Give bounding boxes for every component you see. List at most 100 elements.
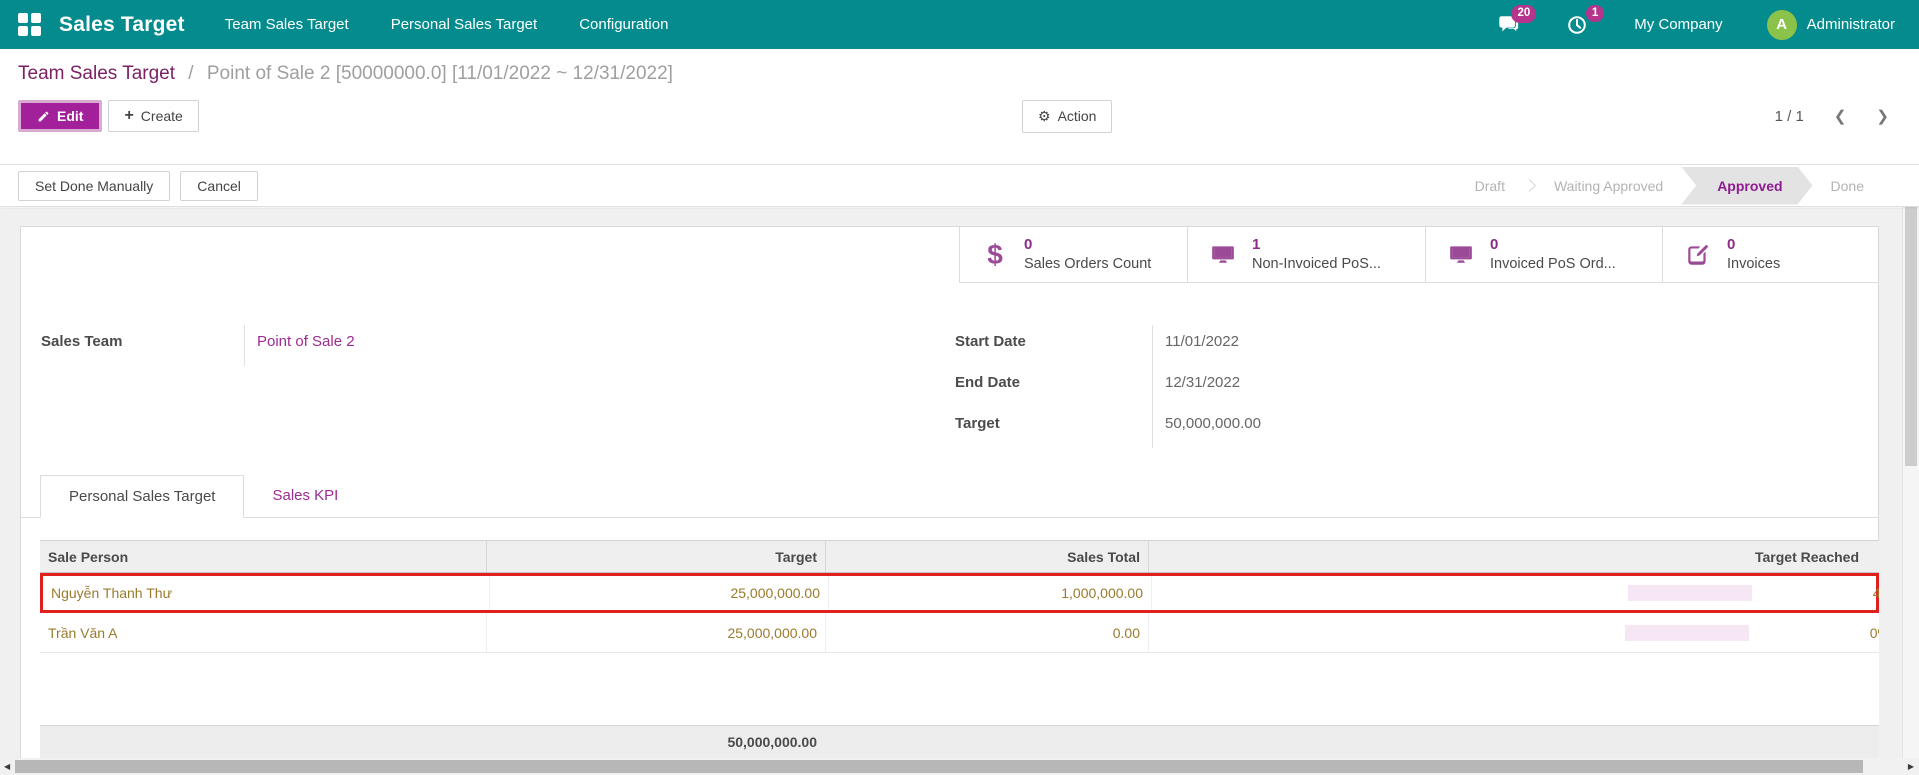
notebook-tabs: Personal Sales Target Sales KPI [21, 475, 1878, 518]
edit-note-icon [1683, 242, 1713, 268]
messages-count-badge: 20 [1511, 5, 1537, 23]
vertical-scrollbar-thumb[interactable] [1905, 186, 1917, 466]
cell-sales-total: 1,000,000.00 [828, 576, 1151, 610]
top-navbar: Sales Target Team Sales Target Personal … [0, 0, 1919, 49]
stat-value: 1 [1252, 235, 1261, 253]
pencil-icon [37, 110, 50, 123]
field-target: Target 50,000,000.00 [955, 407, 1385, 448]
sales-team-value-link[interactable]: Point of Sale 2 [244, 325, 471, 366]
company-switcher[interactable]: My Company [1634, 16, 1722, 33]
end-date-value: 12/31/2022 [1152, 366, 1385, 407]
cell-target: 25,000,000.00 [486, 613, 825, 652]
horizontal-scrollbar-thumb[interactable] [15, 760, 1863, 773]
monitor-icon [1208, 242, 1238, 268]
progress-bar [1628, 585, 1752, 601]
stat-non-invoiced-pos[interactable]: 1 Non-Invoiced PoS... [1187, 227, 1425, 282]
action-button[interactable]: ⚙ Action [1022, 99, 1113, 133]
user-name: Administrator [1806, 16, 1895, 33]
cell-sales-total: 0.00 [825, 613, 1148, 652]
pager-next-icon[interactable]: ❯ [1876, 107, 1889, 125]
navbar-right: 20 1 My Company A Administrator [1497, 4, 1895, 40]
header-sales-total[interactable]: Sales Total [825, 541, 1148, 572]
stat-label: Invoiced PoS Ord... [1490, 255, 1616, 272]
stat-invoiced-pos[interactable]: 0 Invoiced PoS Ord... [1425, 227, 1662, 282]
scroll-right-icon[interactable]: ▶ [1908, 762, 1914, 771]
menu-team-sales-target[interactable]: Team Sales Target [225, 0, 349, 49]
header-target[interactable]: Target [486, 541, 825, 572]
field-sales-team: Sales Team Point of Sale 2 [41, 325, 471, 366]
tab-personal-sales-target[interactable]: Personal Sales Target [40, 475, 245, 518]
activities-count-badge: 1 [1585, 4, 1605, 22]
breadcrumb: Team Sales Target / Point of Sale 2 [500… [18, 63, 1897, 85]
horizontal-scrollbar[interactable]: ◀ ▶ [0, 758, 1919, 775]
header-sale-person[interactable]: Sale Person [40, 541, 486, 572]
cell-sale-person: Trần Văn A [48, 624, 118, 641]
total-target: 50,000,000.00 [727, 734, 817, 750]
field-end-date: End Date 12/31/2022 [955, 366, 1385, 407]
field-group-right: Start Date 11/01/2022 End Date 12/31/202… [955, 325, 1385, 448]
vertical-scrollbar[interactable]: ▲ [1902, 166, 1919, 758]
breadcrumb-parent-link[interactable]: Team Sales Target [18, 63, 175, 84]
field-start-date: Start Date 11/01/2022 [955, 325, 1385, 366]
scroll-left-icon[interactable]: ◀ [4, 762, 10, 771]
tab-sales-kpi[interactable]: Sales KPI [244, 475, 366, 517]
menu-configuration[interactable]: Configuration [579, 0, 668, 49]
table-header-row: Sale Person Target Sales Total Target Re… [40, 540, 1879, 573]
set-done-manually-button[interactable]: Set Done Manually [18, 170, 171, 201]
stat-sales-orders-count[interactable]: $ 0 Sales Orders Count [959, 227, 1187, 282]
table-total-row: 50,000,000.00 [40, 725, 1879, 758]
stage-waiting-approved[interactable]: Waiting Approved [1536, 167, 1681, 205]
edit-button-label: Edit [57, 108, 84, 124]
cell-target-reached: 0% [1148, 613, 1879, 652]
stat-button-box: $ 0 Sales Orders Count 1 Non-Invoiced Po… [959, 227, 1878, 283]
content-area: $ 0 Sales Orders Count 1 Non-Invoiced Po… [0, 208, 1902, 758]
control-panel-buttons: Edit + Create ⚙ Action 1 / 1 ❮ ❯ [18, 98, 1897, 134]
clock-icon [1566, 14, 1588, 36]
edit-button[interactable]: Edit [18, 100, 103, 132]
sales-team-label: Sales Team [41, 333, 123, 350]
header-target-reached[interactable]: Target Reached [1148, 541, 1879, 572]
status-stages: Draft Waiting Approved Approved Done [1457, 167, 1882, 205]
statusbar: Set Done Manually Cancel Draft Waiting A… [0, 165, 1919, 207]
stat-invoices[interactable]: 0 Invoices [1662, 227, 1878, 282]
end-date-label: End Date [955, 374, 1021, 391]
cell-sale-person: Nguyễn Thanh Thư [51, 585, 172, 601]
control-panel: Team Sales Target / Point of Sale 2 [500… [0, 49, 1919, 165]
pager-prev-icon[interactable]: ❮ [1834, 107, 1847, 125]
cancel-button[interactable]: Cancel [180, 170, 258, 201]
table-row[interactable]: Trần Văn A 25,000,000.00 0.00 0% [40, 613, 1879, 653]
menu-personal-sales-target[interactable]: Personal Sales Target [391, 0, 537, 49]
table-empty-space [40, 653, 1879, 725]
stage-done[interactable]: Done [1813, 167, 1882, 205]
start-date-label: Start Date [955, 333, 1026, 350]
user-menu[interactable]: A Administrator [1766, 9, 1895, 40]
personal-sales-target-table: Sale Person Target Sales Total Target Re… [40, 540, 1879, 758]
app-title[interactable]: Sales Target [59, 13, 185, 37]
form-sheet: $ 0 Sales Orders Count 1 Non-Invoiced Po… [20, 226, 1879, 758]
pager: 1 / 1 ❮ ❯ [1775, 107, 1889, 126]
create-button[interactable]: + Create [108, 100, 199, 132]
monitor-icon [1446, 242, 1476, 268]
avatar: A [1766, 9, 1797, 40]
cell-target: 25,000,000.00 [489, 576, 828, 610]
stat-value: 0 [1490, 235, 1499, 253]
plus-icon: + [124, 107, 134, 124]
stat-label: Sales Orders Count [1024, 255, 1152, 272]
apps-grid-icon[interactable] [18, 13, 41, 36]
target-reached-percent: 4% [1872, 585, 1879, 601]
stage-draft[interactable]: Draft [1457, 167, 1523, 205]
stat-label: Non-Invoiced PoS... [1252, 255, 1381, 272]
main-menu: Team Sales Target Personal Sales Target … [225, 0, 669, 49]
start-date-value: 11/01/2022 [1152, 325, 1385, 366]
stage-approved-active[interactable]: Approved [1681, 167, 1812, 205]
breadcrumb-separator: / [188, 63, 194, 84]
activities-button[interactable]: 1 [1566, 4, 1605, 36]
target-reached-percent: 0% [1869, 624, 1879, 641]
gear-icon: ⚙ [1038, 107, 1051, 124]
target-label: Target [955, 415, 1000, 432]
messages-button[interactable]: 20 [1497, 5, 1537, 35]
cell-target-reached: 4% [1151, 576, 1879, 610]
table-row-highlighted[interactable]: Nguyễn Thanh Thư 25,000,000.00 1,000,000… [40, 573, 1879, 613]
stat-value: 0 [1727, 235, 1736, 253]
action-button-label: Action [1057, 108, 1097, 124]
